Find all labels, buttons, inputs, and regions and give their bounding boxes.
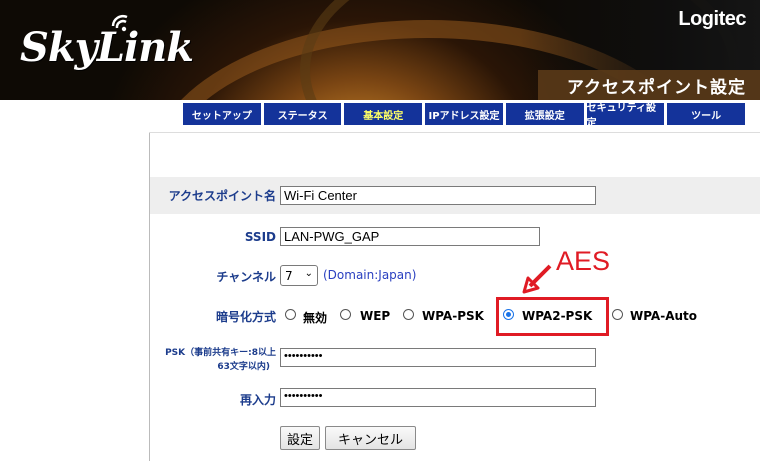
psk-label-line1: PSK（事前共有キー:8以上 [165, 348, 276, 358]
cancel-button[interactable]: キャンセル [325, 426, 416, 450]
page-title: アクセスポイント設定 [566, 78, 746, 98]
ssid-input[interactable]: LAN-PWG_GAP [280, 227, 540, 246]
ssid-label: SSID [244, 230, 276, 244]
encryption-option-disabled: 無効 [303, 311, 328, 325]
tab-status[interactable]: ステータス [263, 103, 342, 125]
encryption-label: 暗号化方式 [215, 310, 276, 324]
main-nav: セットアップ ステータス 基本設定 IPアドレス設定 拡張設定 セキュリティ設定… [183, 103, 746, 129]
tab-basic-settings[interactable]: 基本設定 [344, 103, 423, 125]
tab-extended-settings[interactable]: 拡張設定 [505, 103, 584, 125]
tab-setup[interactable]: セットアップ [183, 103, 261, 125]
reenter-label: 再入力 [239, 393, 276, 407]
encryption-option-wpa-psk: WPA-PSK [422, 309, 484, 323]
encryption-radio-wpa-auto[interactable] [612, 309, 623, 320]
chevron-down-icon: ⌄ [304, 268, 313, 279]
skylink-logo: SkyLink [20, 24, 194, 71]
channel-label: チャンネル [216, 270, 276, 284]
header-banner: SkyLink Logitec アクセスポイント設定 [0, 0, 760, 100]
tab-security-settings[interactable]: セキュリティ設定 [586, 103, 665, 129]
encryption-radio-wpa-psk[interactable] [403, 309, 414, 320]
psk-input[interactable]: •••••••••• [280, 348, 596, 367]
ap-name-input[interactable]: Wi-Fi Center [280, 186, 596, 205]
channel-value: 7 [285, 268, 293, 283]
annotation-arrow-icon [522, 264, 552, 294]
psk-label-line2: 63文字以内) [217, 362, 270, 372]
logitec-logo: Logitec [678, 8, 746, 30]
encryption-radio-disabled[interactable] [285, 309, 296, 320]
wifi-signal-icon [111, 14, 128, 32]
ap-name-label: アクセスポイント名 [168, 189, 276, 203]
encryption-option-wpa-auto: WPA-Auto [630, 309, 698, 323]
annotation-aes-label: AES [556, 246, 611, 276]
content-frame-border [149, 132, 760, 133]
encryption-radio-wep[interactable] [340, 309, 351, 320]
annotation-highlight-box [496, 297, 609, 336]
domain-text: (Domain:Japan) [323, 268, 417, 282]
tab-ip-address-settings[interactable]: IPアドレス設定 [425, 103, 503, 125]
encryption-option-wep: WEP [360, 309, 391, 323]
submit-button[interactable]: 設定 [280, 426, 320, 450]
channel-select[interactable]: 7 ⌄ [280, 265, 318, 286]
reenter-input[interactable]: •••••••••• [280, 388, 596, 407]
tab-tools[interactable]: ツール [667, 103, 746, 125]
